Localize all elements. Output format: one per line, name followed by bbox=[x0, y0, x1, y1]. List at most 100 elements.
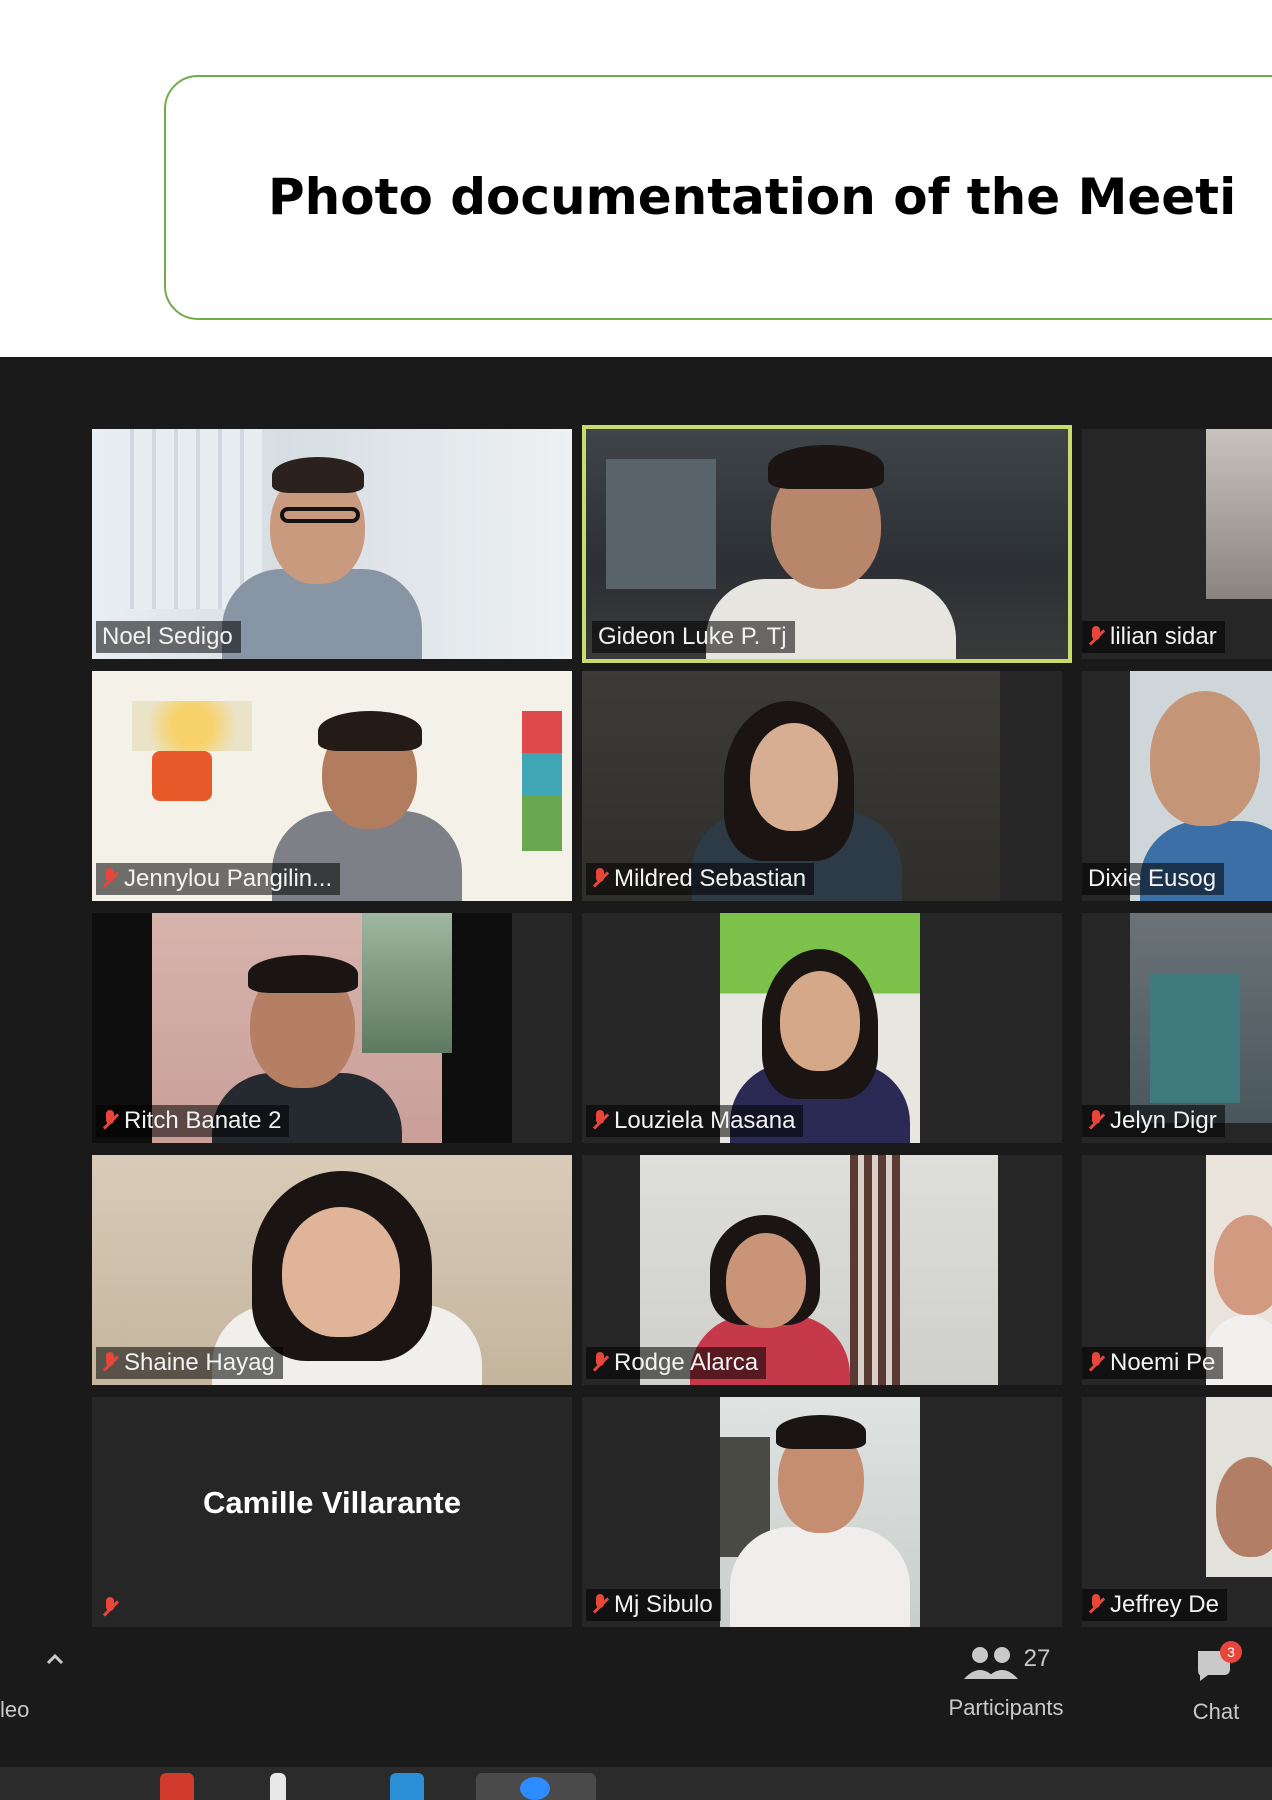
person-body bbox=[730, 1527, 910, 1627]
curtain bbox=[1150, 973, 1240, 1103]
participant-name: Jeffrey De bbox=[1110, 1591, 1219, 1618]
video-tile-1[interactable]: Noel Sedigo bbox=[92, 429, 572, 659]
person-head bbox=[750, 723, 838, 831]
participants-label: Participants bbox=[948, 1695, 1064, 1720]
participant-name: Jelyn Digr bbox=[1110, 1107, 1217, 1134]
muted-mic-icon bbox=[592, 1594, 608, 1616]
chat-label: Chat bbox=[1192, 1699, 1240, 1724]
person-head bbox=[1150, 691, 1260, 826]
participant-name-tag: Jeffrey De bbox=[1082, 1589, 1227, 1621]
video-tile-3[interactable]: lilian sidar bbox=[1082, 429, 1272, 659]
participants-count: 27 bbox=[1023, 1645, 1051, 1672]
video-tile-4[interactable]: Jennylou Pangilin... bbox=[92, 671, 572, 901]
video-tile-2-active-speaker[interactable]: Gideon Luke P. Tj bbox=[582, 425, 1072, 663]
video-tile-11[interactable]: Rodge Alarca bbox=[582, 1155, 1062, 1385]
person-hair bbox=[776, 1415, 866, 1449]
muted-mic-icon bbox=[592, 1110, 608, 1132]
person-head bbox=[780, 971, 860, 1071]
person-head bbox=[282, 1207, 400, 1337]
video-tile-7[interactable]: Ritch Banate 2 bbox=[92, 913, 572, 1143]
muted-mic-icon bbox=[592, 1352, 608, 1374]
participant-name-tag bbox=[96, 1595, 126, 1621]
page-title: Photo documentation of the Meeti bbox=[268, 168, 1237, 226]
participant-name: Mj Sibulo bbox=[614, 1591, 713, 1618]
video-tile-5[interactable]: Mildred Sebastian bbox=[582, 671, 1062, 901]
muted-mic-icon bbox=[102, 868, 118, 890]
participant-name: Noel Sedigo bbox=[102, 623, 233, 650]
participant-name-tag: Shaine Hayag bbox=[96, 1347, 283, 1379]
participant-name-tag: Noel Sedigo bbox=[96, 621, 241, 653]
zoom-app-icon bbox=[520, 1777, 550, 1800]
video-tile-13-video-off[interactable]: Camille Villarante bbox=[92, 1397, 572, 1627]
person-hair bbox=[768, 445, 884, 489]
meeting-toolbar: leo 27 Participants 3 Chat bbox=[0, 1637, 1272, 1757]
chat-icon-wrap: 3 bbox=[1176, 1641, 1256, 1685]
muted-mic-icon bbox=[592, 868, 608, 890]
muted-mic-icon bbox=[102, 1352, 118, 1374]
participant-name-tag: Noemi Pe bbox=[1082, 1347, 1224, 1379]
background-door bbox=[606, 459, 716, 589]
participant-name: Noemi Pe bbox=[1110, 1349, 1216, 1376]
video-tile-8[interactable]: Louziela Masana bbox=[582, 913, 1062, 1143]
video-tile-9[interactable]: Jelyn Digr bbox=[1082, 913, 1272, 1143]
taskbar-app-icon[interactable] bbox=[160, 1773, 194, 1800]
participant-name-tag: Ritch Banate 2 bbox=[96, 1105, 290, 1137]
video-button-label[interactable]: leo bbox=[0, 1697, 29, 1723]
muted-mic-icon bbox=[1088, 1594, 1104, 1616]
window bbox=[362, 913, 452, 1053]
participant-name-tag: Dixie Eusog bbox=[1082, 863, 1225, 895]
curtain bbox=[850, 1155, 900, 1385]
muted-mic-icon bbox=[1088, 1110, 1104, 1132]
video-tile-14[interactable]: Mj Sibulo bbox=[582, 1397, 1062, 1627]
participant-name: Dixie Eusog bbox=[1088, 865, 1217, 892]
person-head bbox=[1214, 1215, 1272, 1315]
person-head bbox=[1216, 1457, 1272, 1557]
video-feed bbox=[1130, 913, 1272, 1123]
participant-name-tag: Mj Sibulo bbox=[586, 1589, 721, 1621]
participant-name: Mildred Sebastian bbox=[614, 865, 807, 892]
participant-name: Gideon Luke P. Tj bbox=[598, 623, 787, 650]
person-head bbox=[726, 1233, 806, 1328]
muted-mic-icon bbox=[1088, 626, 1104, 648]
video-tile-6[interactable]: Dixie Eusog bbox=[1082, 671, 1272, 901]
taskbar-active-app[interactable] bbox=[476, 1773, 596, 1800]
participant-name-tag: Jennylou Pangilin... bbox=[96, 863, 341, 895]
participant-name-tag: Mildred Sebastian bbox=[586, 863, 815, 895]
steam-poster bbox=[132, 701, 252, 751]
participant-name-tag: lilian sidar bbox=[1082, 621, 1225, 653]
chat-button[interactable]: 3 Chat bbox=[1176, 1641, 1256, 1725]
muted-mic-icon bbox=[1088, 1352, 1104, 1374]
participant-name-tag: Gideon Luke P. Tj bbox=[592, 621, 795, 653]
video-tile-15[interactable]: Jeffrey De bbox=[1082, 1397, 1272, 1627]
chat-badge: 3 bbox=[1220, 1641, 1242, 1663]
participant-name: Louziela Masana bbox=[614, 1107, 796, 1134]
video-feed bbox=[1206, 429, 1272, 599]
participants-icon bbox=[963, 1647, 1018, 1679]
muted-mic-icon bbox=[102, 1110, 118, 1132]
video-tile-12[interactable]: Noemi Pe bbox=[1082, 1155, 1272, 1385]
participant-name: Rodge Alarca bbox=[614, 1349, 759, 1376]
video-tile-10[interactable]: Shaine Hayag bbox=[92, 1155, 572, 1385]
video-options-chevron-icon[interactable] bbox=[40, 1645, 70, 1671]
participant-name-tag: Rodge Alarca bbox=[586, 1347, 767, 1379]
poster-graphic bbox=[152, 751, 212, 801]
participants-icon-row: 27 bbox=[926, 1645, 1086, 1681]
participant-name: Jennylou Pangilin... bbox=[124, 865, 333, 892]
participant-name: Ritch Banate 2 bbox=[124, 1107, 282, 1134]
participants-button[interactable]: 27 Participants bbox=[926, 1645, 1086, 1721]
person-hair bbox=[272, 457, 364, 493]
person-hair bbox=[318, 711, 422, 751]
taskbar-app-icon[interactable] bbox=[270, 1773, 286, 1800]
participant-name: lilian sidar bbox=[1110, 623, 1217, 650]
participant-name-tag: Louziela Masana bbox=[586, 1105, 804, 1137]
muted-mic-icon bbox=[102, 1597, 118, 1619]
participant-name: Shaine Hayag bbox=[124, 1349, 275, 1376]
participant-display-name: Camille Villarante bbox=[203, 1485, 461, 1520]
zoom-meeting-window: Noel Sedigo Gideon Luke P. Tj lilian sid… bbox=[0, 357, 1272, 1800]
video-feed bbox=[1206, 1397, 1272, 1577]
video-feed bbox=[720, 1397, 920, 1627]
person-hair bbox=[248, 955, 358, 993]
glasses bbox=[280, 507, 360, 523]
taskbar-app-icon[interactable] bbox=[390, 1773, 424, 1800]
participant-name-tag: Jelyn Digr bbox=[1082, 1105, 1225, 1137]
